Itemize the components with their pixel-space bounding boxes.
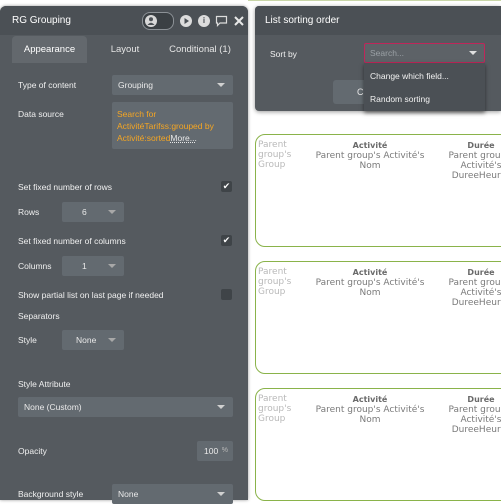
duree-value: Parent group's Activité's DureeHeur H	[448, 151, 501, 181]
sort-by-label: Sort by	[270, 49, 297, 59]
style-attribute-dropdown[interactable]: None (Custom)	[18, 397, 233, 417]
group-ghost-label: Parent group's Group	[258, 267, 292, 297]
fixed-columns-checkbox[interactable]: ✔	[221, 235, 232, 246]
repeating-group-cell[interactable]: Parent group's Group Activité Parent gro…	[255, 261, 501, 374]
type-of-content-label: Type of content	[18, 80, 77, 90]
partial-list-checkbox[interactable]	[221, 289, 232, 300]
activite-header: Activité	[352, 395, 388, 404]
activite-header: Activité	[352, 268, 388, 277]
activite-column: Activité Parent group's Activité's Nom	[304, 268, 436, 298]
list-sorting-order-window: List sorting order Sort by C Search... C…	[255, 6, 501, 111]
more-link[interactable]: More...	[170, 133, 196, 143]
duree-column: Durée Parent group's Activité's DureeHeu…	[442, 268, 501, 308]
activite-column: Activité Parent group's Activité's Nom	[304, 395, 436, 425]
chevron-down-icon	[108, 264, 116, 268]
sort-field-search-input[interactable]: Search...	[364, 43, 485, 63]
rows-dropdown[interactable]: 6	[62, 202, 124, 222]
sort-window-header[interactable]: List sorting order	[255, 6, 501, 35]
chevron-down-icon	[108, 338, 116, 342]
menu-item-random-sorting[interactable]: Random sorting	[370, 94, 430, 104]
tab-conditional[interactable]: Conditional (1)	[160, 36, 240, 63]
columns-value: 1	[82, 261, 87, 271]
fixed-rows-label: Set fixed number of rows	[18, 182, 113, 192]
group-ghost-label: Parent group's Group	[258, 140, 292, 170]
opacity-label: Opacity	[18, 446, 47, 456]
panel-header[interactable]: RG Grouping i	[0, 6, 248, 35]
user-icon	[147, 17, 155, 25]
rows-value: 6	[82, 207, 87, 217]
comment-icon[interactable]	[215, 15, 228, 27]
group-ghost-label: Parent group's Group	[258, 394, 292, 424]
visibility-toggle[interactable]	[142, 12, 174, 30]
panel-title: RG Grouping	[12, 15, 71, 26]
repeating-group-cell[interactable]: Parent group's Group Activité Parent gro…	[255, 388, 501, 501]
opacity-unit: %	[221, 447, 228, 454]
canvas-border	[248, 0, 501, 1]
background-style-dropdown[interactable]: None	[112, 484, 233, 504]
style-attribute-label: Style Attribute	[18, 379, 71, 389]
data-source-label: Data source	[18, 109, 64, 119]
opacity-input[interactable]: 100 %	[197, 441, 233, 461]
sort-window-title: List sorting order	[265, 15, 340, 26]
search-placeholder: Search...	[370, 48, 405, 58]
chevron-down-icon	[108, 210, 116, 214]
menu-item-change-field[interactable]: Change which field...	[370, 71, 449, 81]
tab-layout[interactable]: Layout	[100, 36, 150, 63]
duree-column: Durée Parent group's Activité's DureeHeu…	[442, 395, 501, 435]
chevron-down-icon	[217, 83, 225, 87]
play-glyph	[184, 18, 189, 24]
duree-column: Durée Parent group's Activité's DureeHeu…	[442, 141, 501, 181]
fixed-columns-label: Set fixed number of columns	[18, 236, 126, 246]
separators-label: Separators	[18, 311, 60, 321]
duree-header: Durée	[467, 395, 495, 404]
info-icon[interactable]: i	[198, 15, 210, 27]
separator-style-label: Style	[18, 335, 37, 345]
chevron-down-icon	[469, 51, 477, 55]
rows-label: Rows	[18, 207, 40, 217]
duree-header: Durée	[467, 268, 495, 277]
panel-tabs: Appearance Layout Conditional (1)	[0, 36, 248, 63]
columns-dropdown[interactable]: 1	[62, 256, 124, 276]
opacity-value: 100	[204, 446, 219, 456]
repeating-group-cell[interactable]: Parent group's Group Activité Parent gro…	[255, 134, 501, 247]
columns-label: Columns	[18, 261, 52, 271]
data-source-value: Search for ActivitéTarifss:grouped by Ac…	[117, 109, 214, 143]
style-attribute-value: None (Custom)	[24, 402, 82, 412]
separator-style-value: None	[76, 335, 97, 345]
background-style-value: None	[118, 489, 139, 499]
tab-appearance[interactable]: Appearance	[12, 36, 87, 63]
chevron-down-icon	[217, 405, 225, 409]
activite-header: Activité	[352, 141, 388, 150]
activite-value: Parent group's Activité's Nom	[315, 405, 425, 425]
fixed-rows-checkbox[interactable]: ✔	[221, 181, 232, 192]
partial-list-label: Show partial list on last page if needed	[18, 290, 164, 300]
duree-value: Parent group's Activité's DureeHeur H	[448, 405, 501, 435]
sort-field-menu: Change which field... Random sorting	[364, 63, 485, 111]
chevron-down-icon	[217, 492, 225, 496]
close-icon[interactable]	[234, 16, 244, 26]
type-of-content-dropdown[interactable]: Grouping	[112, 75, 233, 95]
activite-value: Parent group's Activité's Nom	[315, 151, 425, 171]
duree-header: Durée	[467, 141, 495, 150]
play-icon[interactable]	[180, 15, 192, 27]
type-of-content-value: Grouping	[118, 80, 153, 90]
activite-value: Parent group's Activité's Nom	[315, 278, 425, 298]
duree-value: Parent group's Activité's DureeHeur H	[448, 278, 501, 308]
data-source-expression[interactable]: Search for ActivitéTarifss:grouped by Ac…	[112, 102, 233, 149]
activite-column: Activité Parent group's Activité's Nom	[304, 141, 436, 171]
separator-style-dropdown[interactable]: None	[62, 330, 124, 350]
property-editor-panel: RG Grouping i Appearance Layout Conditio…	[0, 6, 248, 504]
background-style-label: Background style	[18, 489, 84, 499]
